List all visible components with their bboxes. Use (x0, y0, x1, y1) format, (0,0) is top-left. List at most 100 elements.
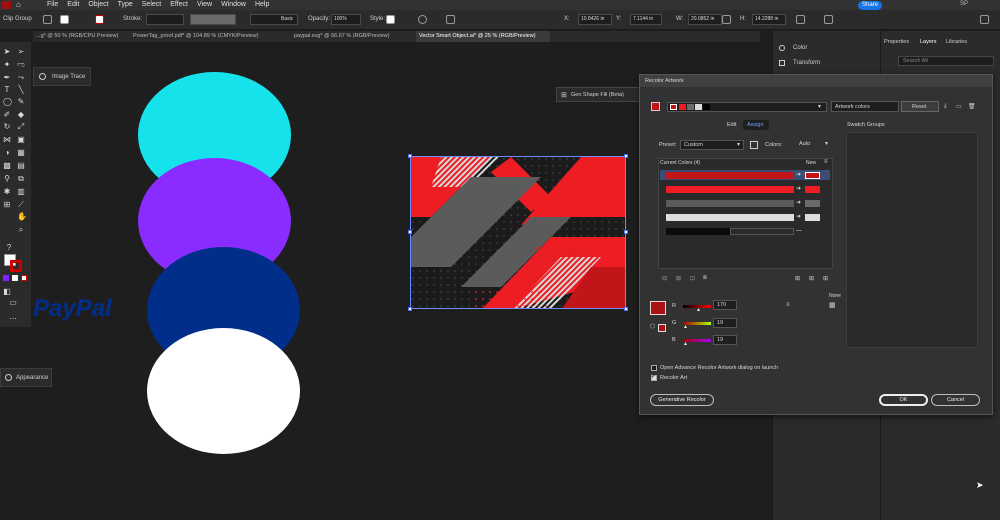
stroke-color-icon[interactable] (10, 260, 22, 272)
ok-button[interactable]: OK (879, 394, 928, 406)
none-mode-icon[interactable] (21, 275, 27, 281)
save-swatch-icon[interactable]: ⤓ (944, 103, 947, 110)
magic-wand-tool-icon[interactable]: ✦ (3, 61, 11, 69)
x-field[interactable]: 10.8426 in (578, 14, 612, 25)
tab-doc-2[interactable]: PowerTag_proof.pdf* @ 104.89 % (CMYK/Pre… (130, 31, 284, 42)
mini-swatch[interactable] (658, 324, 666, 332)
lasso-tool-icon[interactable]: ಌ (17, 61, 25, 69)
tab-doc-4[interactable]: Vector Smart Object.ai* @ 25 % (RGB/Prev… (416, 31, 550, 42)
style-swatch-icon[interactable] (386, 15, 395, 24)
table-tool-icon-3[interactable]: ⊡ (690, 275, 695, 282)
row-arrow-icon[interactable]: ➜ (796, 214, 804, 221)
line-tool-icon[interactable]: ╲ (17, 86, 25, 94)
new-group-icon[interactable]: ▭ (956, 103, 962, 110)
table-tool-icon-4[interactable]: ⧈ (703, 275, 707, 282)
r-slider-thumb[interactable]: ▲ (696, 307, 701, 313)
zoom-tool-icon[interactable]: ⌕ (17, 226, 25, 234)
graph-tool-icon[interactable]: ▥ (17, 188, 25, 196)
r-field[interactable]: 170 (713, 300, 737, 310)
menu-window[interactable]: Window (221, 1, 246, 8)
menu-select[interactable]: Select (142, 1, 161, 8)
transform-panel-tab[interactable]: Transform (775, 58, 875, 69)
white-circle[interactable] (147, 328, 300, 454)
pen-tool-icon[interactable]: ✒ (3, 74, 11, 82)
menu-object[interactable]: Object (88, 1, 108, 8)
direct-selection-tool-icon[interactable]: ➢ (17, 48, 25, 56)
y-field[interactable]: 7.1144 in (630, 14, 662, 25)
appearance-label[interactable]: Appearance (16, 375, 48, 381)
artboard-tool-icon[interactable]: ⊞ (3, 201, 11, 209)
color-library-icon[interactable] (750, 141, 758, 149)
g-slider-thumb[interactable]: ▲ (683, 324, 688, 330)
arrange-icon[interactable] (824, 15, 833, 24)
appearance-icon[interactable] (5, 374, 12, 381)
symbol-sprayer-tool-icon[interactable]: ✱ (3, 188, 11, 196)
hand-tool-icon[interactable]: ✋ (17, 213, 27, 221)
mesh-tool-icon[interactable]: ▩ (3, 162, 11, 170)
table-tool-icon-5[interactable]: ⊞ (795, 275, 800, 282)
generative-recolor-button[interactable]: Generative Recolor (650, 394, 714, 406)
current-color-bar[interactable] (666, 186, 794, 193)
selection-handle-mr[interactable] (624, 230, 628, 234)
draw-mode-icon[interactable]: ◧ (3, 288, 11, 296)
new-color-swatch[interactable] (805, 172, 820, 179)
table-tool-icon-1[interactable]: ⊟ (662, 275, 667, 282)
selected-color-swatch[interactable] (651, 102, 660, 111)
row-arrow-icon[interactable]: ➜ (796, 186, 804, 193)
tab-properties[interactable]: Properties (884, 39, 909, 45)
none-grid-icon[interactable]: ▦ (829, 301, 836, 309)
selection-handle-bl[interactable] (408, 307, 412, 311)
harmony-strip[interactable]: ▾ (667, 102, 827, 112)
cancel-button[interactable]: Cancel (931, 394, 980, 406)
selection-handle-tr[interactable] (624, 154, 628, 158)
current-color-bar[interactable] (666, 228, 730, 235)
g-field[interactable]: 19 (713, 318, 737, 328)
table-menu-icon[interactable]: ≡ (824, 159, 828, 165)
table-tool-icon-2[interactable]: ⊠ (676, 275, 681, 282)
hamburger-icon[interactable] (980, 15, 989, 24)
scale-tool-icon[interactable]: ⤢ (17, 123, 25, 131)
row-arrow-icon[interactable]: ➜ (796, 200, 804, 207)
isolate-icon[interactable] (43, 15, 52, 24)
selection-handle-br[interactable] (624, 307, 628, 311)
brush-field[interactable]: Basic (250, 14, 298, 25)
home-icon[interactable]: ⌂ (16, 1, 21, 9)
selection-tool-icon[interactable]: ➤ (3, 48, 11, 56)
selection-handle-ml[interactable] (408, 230, 412, 234)
new-color-swatch[interactable] (805, 214, 820, 221)
ellipse-tool-icon[interactable]: ◯ (3, 98, 12, 106)
eraser-tool-icon[interactable]: ◆ (17, 111, 25, 119)
menu-help[interactable]: Help (255, 1, 269, 8)
perspective-grid-tool-icon[interactable]: ▦ (17, 149, 25, 157)
b-field[interactable]: 19 (713, 335, 737, 345)
gen-shape-fill-bar[interactable]: ⊞ Gen Shape Fill (Beta) (556, 87, 646, 102)
stroke-swatch-icon[interactable] (95, 15, 104, 24)
swatch-groups-area[interactable] (846, 132, 978, 348)
image-trace-icon[interactable] (39, 73, 46, 80)
shape-builder-tool-icon[interactable]: ◑ (3, 149, 11, 157)
menu-type[interactable]: Type (118, 1, 133, 8)
tab-layers[interactable]: Layers (920, 39, 937, 45)
preset-dropdown[interactable]: Custom ▾ (680, 140, 744, 150)
rotate-tool-icon[interactable]: ↻ (3, 123, 11, 131)
open-on-launch-checkbox[interactable] (651, 365, 657, 371)
selected-color-big-swatch[interactable] (650, 301, 666, 315)
strip-dropdown-icon[interactable]: ▾ (818, 103, 821, 110)
color-panel-tab[interactable]: Color (775, 43, 875, 54)
new-color-swatch[interactable] (805, 186, 820, 193)
width-tool-icon[interactable]: ⋈ (3, 136, 11, 144)
tab-doc-1[interactable]: ...g* @ 50 % (RGB/CPU Preview) (33, 31, 125, 42)
current-color-bar[interactable] (666, 172, 794, 179)
fill-swatch-icon[interactable] (60, 15, 69, 24)
row-arrow-icon[interactable]: — (796, 228, 804, 235)
app-logo[interactable] (2, 1, 11, 9)
free-transform-tool-icon[interactable]: ▣ (17, 136, 25, 144)
paypal-logo[interactable]: PayPal (33, 295, 112, 323)
new-color-swatch[interactable] (805, 200, 820, 207)
menu-view[interactable]: View (197, 1, 212, 8)
colors-stepper[interactable]: Auto ▾ (789, 140, 831, 150)
table-tool-icon-7[interactable]: ⊞ (823, 275, 828, 282)
share-button[interactable]: Share (858, 1, 882, 10)
b-slider-thumb[interactable]: ▲ (683, 341, 688, 347)
color-mode-menu-icon[interactable]: ≡ (786, 302, 790, 308)
